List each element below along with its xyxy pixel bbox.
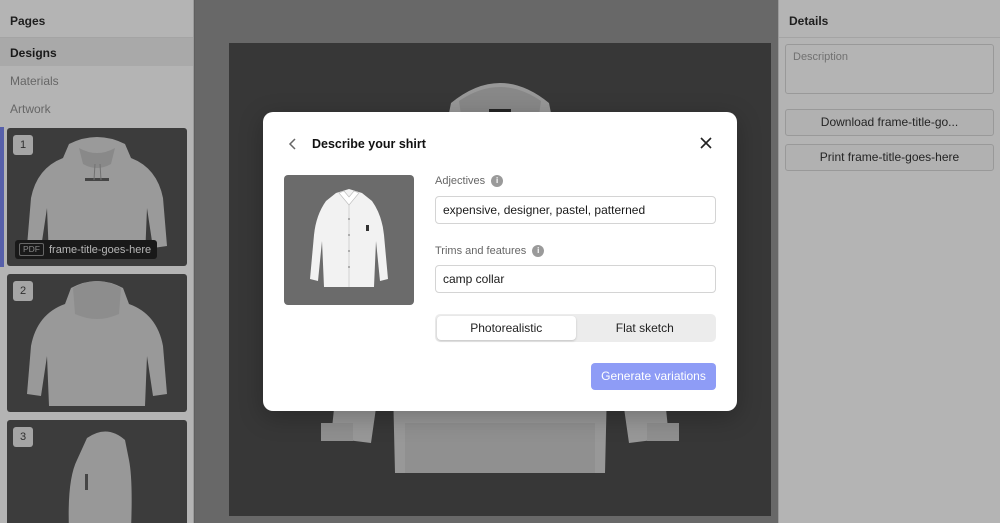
flat-sketch-option[interactable]: Flat sketch [576,316,715,340]
generate-variations-button[interactable]: Generate variations [591,363,716,390]
trims-label: Trims and features i [435,245,545,257]
describe-shirt-dialog: Describe your shirt Adjectives i expensi… [263,112,737,411]
back-button[interactable] [285,136,301,152]
adjectives-label-text: Adjectives [435,175,486,187]
trims-input[interactable]: camp collar [435,265,716,293]
chevron-left-icon [288,138,296,150]
dialog-title: Describe your shirt [312,137,426,151]
style-toggle: Photorealistic Flat sketch [435,314,716,342]
photorealistic-option[interactable]: Photorealistic [437,316,576,340]
info-icon[interactable]: i [491,175,504,187]
info-icon[interactable]: i [532,245,545,257]
shirt-image [310,189,388,287]
shirt-preview-image [284,175,414,305]
close-button[interactable] [698,135,714,151]
adjectives-input[interactable]: expensive, designer, pastel, patterned [435,196,716,224]
trims-label-text: Trims and features [435,245,527,257]
adjectives-label: Adjectives i [435,175,504,187]
close-icon [700,137,712,149]
